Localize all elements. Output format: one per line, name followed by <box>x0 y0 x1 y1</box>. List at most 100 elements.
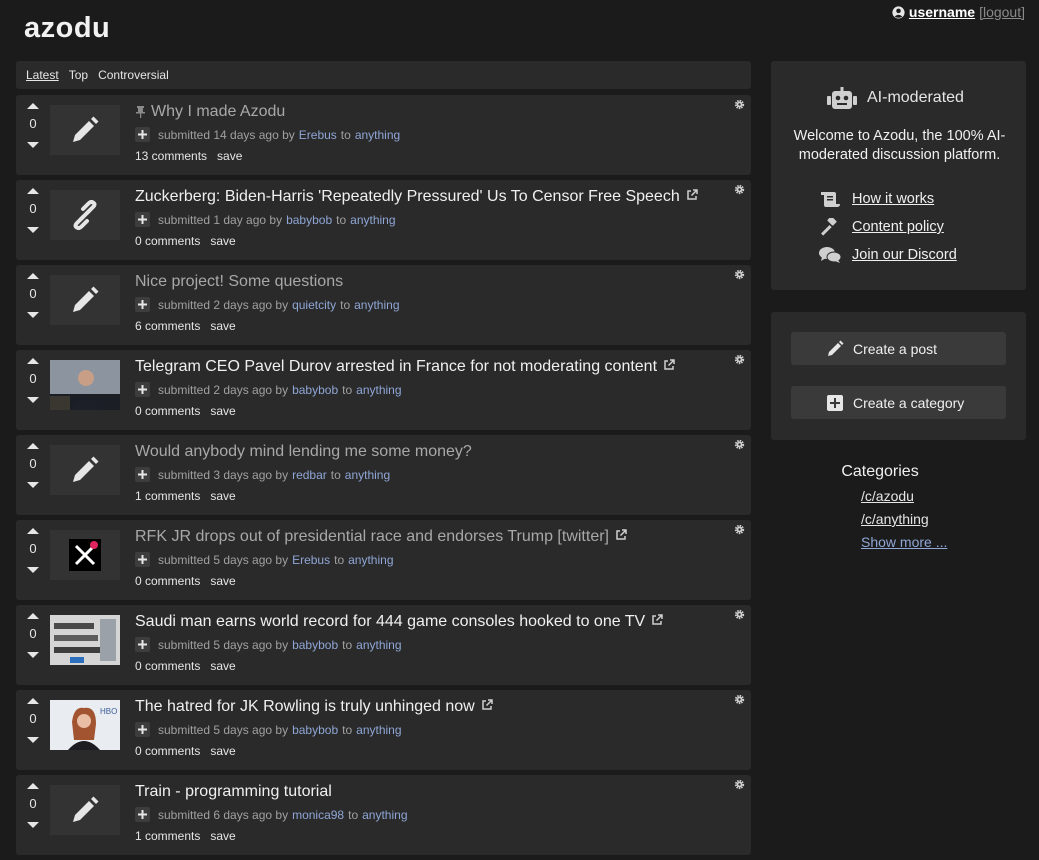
author-link[interactable]: babybob <box>286 213 332 227</box>
gear-icon[interactable] <box>734 524 745 535</box>
gear-icon[interactable] <box>734 184 745 195</box>
category-link[interactable]: anything <box>350 213 395 227</box>
post-title[interactable]: Why I made Azodu <box>151 103 285 121</box>
post-thumbnail[interactable] <box>50 445 120 495</box>
post-thumbnail[interactable] <box>50 190 120 240</box>
category-link-azodu[interactable]: /c/azodu <box>861 488 989 504</box>
post-thumbnail[interactable] <box>50 785 120 835</box>
gear-icon[interactable] <box>734 439 745 450</box>
category-link[interactable]: anything <box>356 383 401 397</box>
expand-button[interactable] <box>135 467 150 482</box>
post-thumbnail[interactable] <box>50 530 120 580</box>
downvote-arrow-icon[interactable] <box>27 142 39 148</box>
post-title[interactable]: Would anybody mind lending me some money… <box>135 443 472 461</box>
category-link-anything[interactable]: /c/anything <box>861 511 989 527</box>
save-link[interactable]: save <box>210 404 235 418</box>
save-link[interactable]: save <box>210 489 235 503</box>
downvote-arrow-icon[interactable] <box>27 312 39 318</box>
downvote-arrow-icon[interactable] <box>27 822 39 828</box>
save-link[interactable]: save <box>210 829 235 843</box>
sort-controversial[interactable]: Controversial <box>98 68 169 82</box>
sort-latest[interactable]: Latest <box>26 68 59 82</box>
comments-link[interactable]: 6 comments <box>135 319 200 333</box>
post-title[interactable]: Nice project! Some questions <box>135 273 343 291</box>
post-title[interactable]: Telegram CEO Pavel Durov arrested in Fra… <box>135 358 657 376</box>
author-link[interactable]: Erebus <box>292 553 330 567</box>
gear-icon[interactable] <box>734 609 745 620</box>
upvote-arrow-icon[interactable] <box>27 528 39 534</box>
upvote-arrow-icon[interactable] <box>27 698 39 704</box>
author-link[interactable]: monica98 <box>292 808 344 822</box>
save-link[interactable]: save <box>210 744 235 758</box>
author-link[interactable]: Erebus <box>299 128 337 142</box>
downvote-arrow-icon[interactable] <box>27 482 39 488</box>
comments-link[interactable]: 1 comments <box>135 829 200 843</box>
gear-icon[interactable] <box>734 694 745 705</box>
comments-link[interactable]: 0 comments <box>135 574 200 588</box>
external-link-icon[interactable] <box>651 613 663 626</box>
upvote-arrow-icon[interactable] <box>27 103 39 109</box>
post-title[interactable]: Zuckerberg: Biden-Harris 'Repeatedly Pre… <box>135 188 680 206</box>
post-thumbnail[interactable] <box>50 360 120 410</box>
category-link[interactable]: anything <box>354 298 399 312</box>
discord-label[interactable]: Join our Discord <box>852 247 957 263</box>
gear-icon[interactable] <box>734 354 745 365</box>
expand-button[interactable] <box>135 552 150 567</box>
discord-link[interactable]: Join our Discord <box>819 241 957 269</box>
logout-link[interactable]: [logout] <box>979 4 1025 20</box>
post-thumbnail[interactable]: HBO <box>50 700 120 750</box>
category-link[interactable]: anything <box>362 808 407 822</box>
comments-link[interactable]: 0 comments <box>135 659 200 673</box>
author-link[interactable]: babybob <box>292 638 338 652</box>
upvote-arrow-icon[interactable] <box>27 443 39 449</box>
expand-button[interactable] <box>135 722 150 737</box>
downvote-arrow-icon[interactable] <box>27 227 39 233</box>
gear-icon[interactable] <box>734 99 745 110</box>
expand-button[interactable] <box>135 382 150 397</box>
save-link[interactable]: save <box>210 659 235 673</box>
downvote-arrow-icon[interactable] <box>27 567 39 573</box>
post-thumbnail[interactable] <box>50 615 120 665</box>
category-link[interactable]: anything <box>345 468 390 482</box>
post-title[interactable]: RFK JR drops out of presidential race an… <box>135 528 609 546</box>
author-link[interactable]: babybob <box>292 723 338 737</box>
username-link[interactable]: username <box>909 4 975 20</box>
gear-icon[interactable] <box>734 779 745 790</box>
create-post-button[interactable]: Create a post <box>791 332 1006 365</box>
comments-link[interactable]: 13 comments <box>135 149 207 163</box>
category-link[interactable]: anything <box>348 553 393 567</box>
expand-button[interactable] <box>135 807 150 822</box>
comments-link[interactable]: 0 comments <box>135 744 200 758</box>
save-link[interactable]: save <box>217 149 242 163</box>
downvote-arrow-icon[interactable] <box>27 737 39 743</box>
upvote-arrow-icon[interactable] <box>27 613 39 619</box>
external-link-icon[interactable] <box>663 358 675 371</box>
category-link[interactable]: anything <box>356 638 401 652</box>
comments-link[interactable]: 0 comments <box>135 234 200 248</box>
create-category-button[interactable]: Create a category <box>791 386 1006 419</box>
expand-button[interactable] <box>135 127 150 142</box>
content-policy-label[interactable]: Content policy <box>852 219 944 235</box>
author-link[interactable]: babybob <box>292 383 338 397</box>
author-link[interactable]: redbar <box>292 468 327 482</box>
save-link[interactable]: save <box>210 234 235 248</box>
upvote-arrow-icon[interactable] <box>27 358 39 364</box>
expand-button[interactable] <box>135 297 150 312</box>
upvote-arrow-icon[interactable] <box>27 783 39 789</box>
downvote-arrow-icon[interactable] <box>27 652 39 658</box>
category-link[interactable]: anything <box>356 723 401 737</box>
comments-link[interactable]: 1 comments <box>135 489 200 503</box>
site-logo[interactable]: azodu <box>24 12 110 45</box>
show-more-categories-link[interactable]: Show more ... <box>861 534 989 550</box>
sort-top[interactable]: Top <box>69 68 88 82</box>
upvote-arrow-icon[interactable] <box>27 188 39 194</box>
category-link[interactable]: anything <box>355 128 400 142</box>
save-link[interactable]: save <box>210 574 235 588</box>
post-thumbnail[interactable] <box>50 105 120 155</box>
comments-link[interactable]: 0 comments <box>135 404 200 418</box>
post-title[interactable]: The hatred for JK Rowling is truly unhin… <box>135 698 475 716</box>
expand-button[interactable] <box>135 637 150 652</box>
post-title[interactable]: Train - programming tutorial <box>135 783 332 801</box>
expand-button[interactable] <box>135 212 150 227</box>
downvote-arrow-icon[interactable] <box>27 397 39 403</box>
